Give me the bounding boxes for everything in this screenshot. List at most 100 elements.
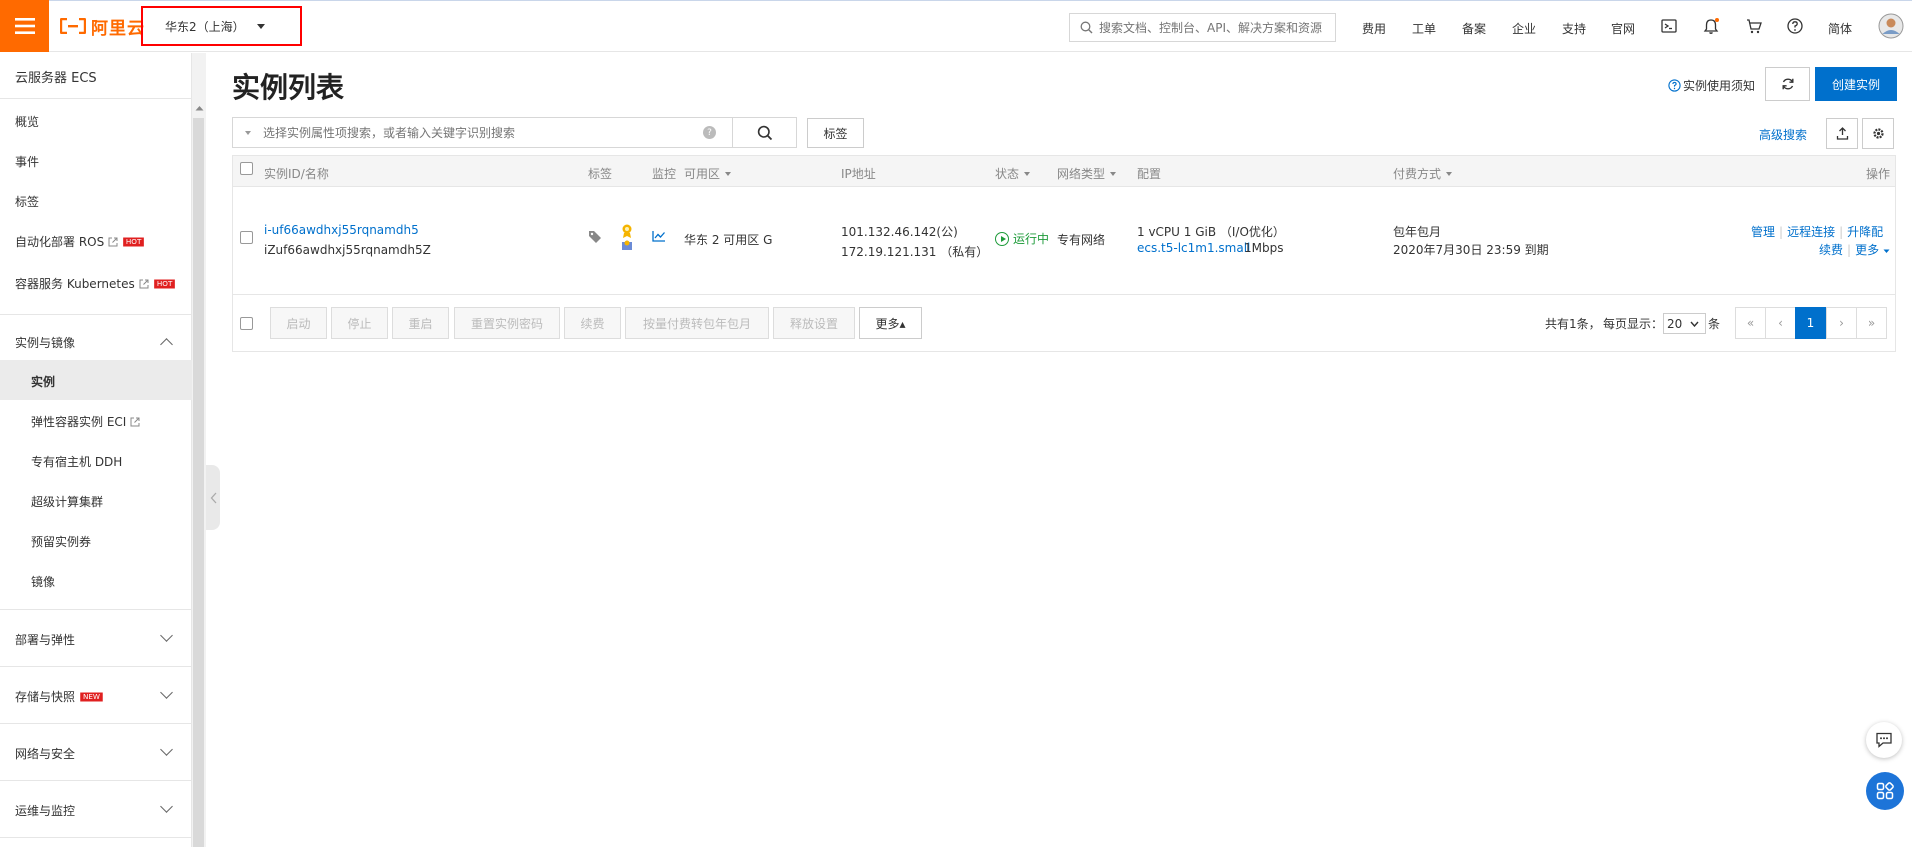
column-header-status-label: 状态 bbox=[995, 167, 1020, 181]
instance-usage-notes-link[interactable]: 实例使用须知 bbox=[1668, 77, 1755, 94]
column-header-network[interactable]: 网络类型 bbox=[1057, 165, 1117, 182]
sidebar-item-kubernetes[interactable]: 容器服务 Kubernetes HOT bbox=[15, 275, 176, 292]
filter-search-button[interactable] bbox=[733, 117, 797, 148]
sidebar-item-supercompute[interactable]: 超级计算集群 bbox=[31, 493, 103, 510]
column-header-zone-label: 可用区 bbox=[684, 167, 721, 181]
action-separator: | bbox=[1847, 243, 1852, 257]
remote-connect-link[interactable]: 远程连接 bbox=[1787, 225, 1835, 239]
column-header-zone[interactable]: 可用区 bbox=[684, 165, 732, 182]
column-header-billing[interactable]: 付费方式 bbox=[1393, 165, 1453, 182]
advanced-search-link[interactable]: 高级搜索 bbox=[1759, 126, 1807, 143]
sidebar-group-storage[interactable]: 存储与快照 NEW bbox=[15, 688, 104, 705]
sidebar-group-ops[interactable]: 运维与监控 bbox=[15, 802, 75, 819]
per-page-select[interactable]: 20 bbox=[1663, 313, 1706, 334]
select-all-checkbox[interactable] bbox=[240, 162, 253, 175]
sidebar-group-deploy[interactable]: 部署与弹性 bbox=[15, 631, 75, 648]
pager-prev-button[interactable]: ‹ bbox=[1765, 307, 1796, 339]
question-icon[interactable]: ? bbox=[703, 126, 716, 139]
instance-filter-input[interactable] bbox=[263, 125, 703, 140]
reset-password-button[interactable]: 重置实例密码 bbox=[454, 307, 560, 339]
aliyun-logo[interactable]: 阿里云 bbox=[60, 14, 145, 39]
sidebar-group-instances-images[interactable]: 实例与镜像 bbox=[15, 334, 75, 351]
global-search-input[interactable] bbox=[1099, 20, 1327, 35]
scroll-up-arrow-icon[interactable] bbox=[195, 105, 204, 111]
restart-button[interactable]: 重启 bbox=[392, 307, 449, 339]
chat-icon bbox=[1876, 732, 1892, 748]
cart-icon[interactable] bbox=[1745, 17, 1763, 35]
chevron-up-icon[interactable] bbox=[160, 338, 173, 351]
export-button[interactable] bbox=[1826, 118, 1858, 149]
sidebar-item-ddh[interactable]: 专有宿主机 DDH bbox=[31, 453, 122, 470]
chevron-down-icon bbox=[1690, 321, 1699, 327]
settings-button[interactable] bbox=[1862, 118, 1894, 149]
sidebar-item-ros[interactable]: 自动化部署 ROS HOT bbox=[15, 233, 145, 250]
renew-link[interactable]: 续费 bbox=[1819, 243, 1843, 257]
sidebar-item-tags[interactable]: 标签 bbox=[15, 193, 39, 210]
apps-float-button[interactable] bbox=[1866, 772, 1904, 810]
global-search[interactable] bbox=[1069, 13, 1336, 42]
caret-down-icon[interactable] bbox=[245, 130, 251, 135]
nav-enterprise[interactable]: 企业 bbox=[1512, 20, 1536, 37]
tag-filter-button[interactable]: 标签 bbox=[807, 118, 864, 148]
instance-id-link[interactable]: i-uf66awdhxj55rqnamdh5 bbox=[264, 223, 419, 237]
stop-button[interactable]: 停止 bbox=[331, 307, 388, 339]
nav-support[interactable]: 支持 bbox=[1562, 20, 1586, 37]
hamburger-menu-button[interactable] bbox=[0, 0, 49, 52]
billing-type: 包年包月 bbox=[1393, 225, 1442, 239]
top-bar-line bbox=[0, 0, 1912, 1]
row-checkbox[interactable] bbox=[240, 231, 253, 244]
nav-billing[interactable]: 费用 bbox=[1362, 20, 1386, 37]
sidebar-item-overview[interactable]: 概览 bbox=[15, 113, 39, 130]
tag-icon[interactable] bbox=[588, 230, 602, 244]
start-button[interactable]: 启动 bbox=[270, 307, 327, 339]
bottom-select-all-checkbox[interactable] bbox=[240, 317, 253, 330]
region-label: 华东2（上海） bbox=[165, 19, 245, 34]
sidebar-item-eci[interactable]: 弹性容器实例 ECI bbox=[31, 413, 140, 430]
help-icon[interactable] bbox=[1786, 17, 1804, 35]
terminal-icon[interactable] bbox=[1660, 17, 1678, 35]
sidebar-item-images[interactable]: 镜像 bbox=[31, 573, 55, 590]
column-header-status[interactable]: 状态 bbox=[995, 165, 1031, 182]
more-actions-link[interactable]: 更多 bbox=[1855, 243, 1879, 257]
nav-icp[interactable]: 备案 bbox=[1462, 20, 1486, 37]
release-settings-button[interactable]: 释放设置 bbox=[773, 307, 855, 339]
nav-official-site[interactable]: 官网 bbox=[1611, 20, 1635, 37]
bell-icon[interactable] bbox=[1702, 17, 1720, 35]
monitor-chart-icon[interactable] bbox=[652, 230, 666, 242]
upgrade-link[interactable]: 升降配 bbox=[1847, 225, 1883, 239]
sidebar-divider bbox=[0, 314, 192, 315]
more-actions-button[interactable]: 更多▴ bbox=[859, 307, 922, 339]
chevron-down-icon[interactable] bbox=[160, 629, 173, 642]
instance-zone: 华东 2 可用区 G bbox=[684, 233, 773, 247]
feedback-button[interactable] bbox=[1866, 722, 1902, 758]
language-switch[interactable]: 简体 bbox=[1828, 20, 1852, 37]
chevron-down-icon[interactable] bbox=[160, 743, 173, 756]
sidebar-item-events[interactable]: 事件 bbox=[15, 153, 39, 170]
sidebar-item-instances[interactable]: 实例 bbox=[31, 373, 55, 390]
sidebar-group-network[interactable]: 网络与安全 bbox=[15, 745, 75, 762]
chevron-down-icon[interactable] bbox=[160, 686, 173, 699]
caret-down-icon[interactable] bbox=[1883, 249, 1890, 254]
chevron-down-icon[interactable] bbox=[160, 800, 173, 813]
renew-button[interactable]: 续费 bbox=[564, 307, 621, 339]
instance-type-link[interactable]: ecs.t5-lc1m1.small bbox=[1137, 241, 1250, 255]
status-badge: 运行中 bbox=[995, 230, 1049, 247]
sidebar-item-reserved[interactable]: 预留实例券 bbox=[31, 533, 91, 550]
create-instance-button[interactable]: 创建实例 bbox=[1815, 67, 1897, 101]
pager-first-button[interactable]: « bbox=[1735, 307, 1766, 339]
pager-next-button[interactable]: › bbox=[1826, 307, 1857, 339]
pager-last-button[interactable]: » bbox=[1856, 307, 1887, 339]
award-icon[interactable] bbox=[619, 223, 635, 253]
sidebar-collapse-handle[interactable] bbox=[206, 465, 220, 530]
new-badge: NEW bbox=[80, 692, 103, 701]
convert-billing-button[interactable]: 按量付费转包年包月 bbox=[625, 307, 769, 339]
column-header-network-label: 网络类型 bbox=[1057, 167, 1106, 181]
instance-filter[interactable]: ? bbox=[232, 117, 733, 148]
nav-tickets[interactable]: 工单 bbox=[1412, 20, 1436, 37]
refresh-button[interactable] bbox=[1765, 67, 1810, 101]
pager-page-1[interactable]: 1 bbox=[1795, 307, 1826, 339]
avatar[interactable] bbox=[1878, 13, 1904, 39]
sidebar-scrollbar-thumb[interactable] bbox=[193, 118, 204, 847]
manage-link[interactable]: 管理 bbox=[1751, 225, 1775, 239]
region-selector[interactable]: 华东2（上海） bbox=[141, 6, 302, 46]
